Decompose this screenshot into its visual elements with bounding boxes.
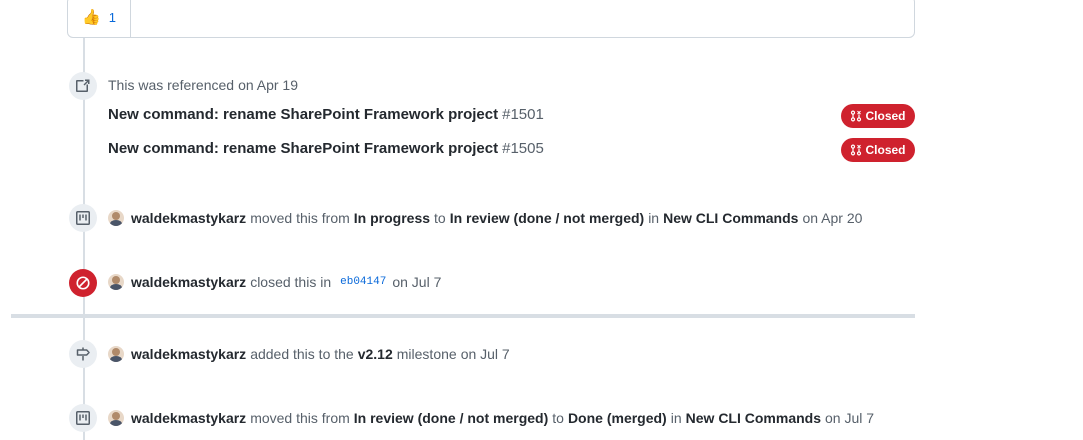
avatar[interactable]	[108, 410, 124, 426]
milestone-icon	[76, 347, 90, 361]
author-link[interactable]: waldekmastykarz	[131, 410, 246, 426]
project-icon	[76, 211, 90, 225]
event-date[interactable]: on Jul 7	[825, 410, 874, 426]
reference-number[interactable]: #1501	[502, 106, 544, 123]
commit-link[interactable]: eb04147	[340, 276, 386, 288]
event-date[interactable]: on Jul 7	[461, 346, 510, 362]
state-label: Closed	[865, 109, 906, 123]
column-name: Done (merged)	[567, 410, 667, 426]
closed-event: waldekmastykarz closed this in eb04147 o…	[108, 274, 441, 290]
milestone-event-badge	[69, 340, 97, 368]
event-text: milestone	[396, 346, 457, 362]
author-link[interactable]: waldekmastykarz	[131, 210, 246, 226]
circle-slash-icon	[76, 276, 90, 290]
column-name: In review (done / not merged)	[353, 410, 549, 426]
reference-item[interactable]: New command: rename SharePoint Framework…	[108, 140, 544, 157]
event-text: closed this in	[250, 274, 332, 290]
reference-header: This was referenced on Apr 19	[108, 77, 298, 93]
project-event-badge	[69, 204, 97, 232]
reference-number[interactable]: #1505	[502, 140, 544, 157]
project-icon	[76, 411, 90, 425]
cross-reference-badge	[69, 72, 97, 100]
reference-title[interactable]: New command: rename SharePoint Framework…	[108, 140, 498, 157]
event-date[interactable]: on Jul 7	[392, 274, 441, 290]
reference-header-text: This was referenced	[108, 77, 235, 93]
reference-date[interactable]: on Apr 19	[238, 77, 298, 93]
git-pull-request-closed-icon	[851, 110, 862, 122]
project-link[interactable]: New CLI Commands	[663, 210, 798, 226]
author-link[interactable]: waldekmastykarz	[131, 274, 246, 290]
git-pull-request-closed-icon	[851, 144, 862, 156]
cross-reference-icon	[76, 79, 90, 92]
closed-event-badge	[69, 269, 97, 297]
thumbs-up-icon: 👍	[82, 8, 101, 26]
reactions-bar: 👍 1	[67, 0, 915, 38]
avatar[interactable]	[108, 346, 124, 362]
closed-state-badge: Closed	[841, 138, 915, 162]
column-name: In review (done / not merged)	[449, 210, 645, 226]
event-text: moved this from	[250, 210, 350, 226]
moved-event: waldekmastykarz moved this from In revie…	[108, 410, 878, 426]
thumbs-up-reaction-button[interactable]: 👍 1	[68, 0, 131, 37]
project-event-badge	[69, 404, 97, 432]
event-text: added this to the	[250, 346, 354, 362]
event-text: in	[648, 210, 660, 226]
event-date[interactable]: on Apr 20	[802, 210, 862, 226]
event-text: in	[670, 410, 682, 426]
event-text: moved this from	[250, 410, 350, 426]
milestone-link[interactable]: v2.12	[358, 346, 393, 362]
state-label: Closed	[865, 143, 906, 157]
timeline-divider	[11, 314, 915, 318]
avatar[interactable]	[108, 274, 124, 290]
moved-event: waldekmastykarz moved this from In progr…	[108, 210, 866, 226]
milestone-event: waldekmastykarz added this to the v2.12 …	[108, 346, 510, 362]
project-link[interactable]: New CLI Commands	[686, 410, 821, 426]
event-text: to	[434, 210, 446, 226]
reference-title[interactable]: New command: rename SharePoint Framework…	[108, 106, 498, 123]
reaction-count: 1	[108, 9, 116, 25]
closed-state-badge: Closed	[841, 104, 915, 128]
reference-item[interactable]: New command: rename SharePoint Framework…	[108, 106, 544, 123]
avatar[interactable]	[108, 210, 124, 226]
column-name: In progress	[353, 210, 431, 226]
event-text: to	[552, 410, 564, 426]
author-link[interactable]: waldekmastykarz	[131, 346, 246, 362]
